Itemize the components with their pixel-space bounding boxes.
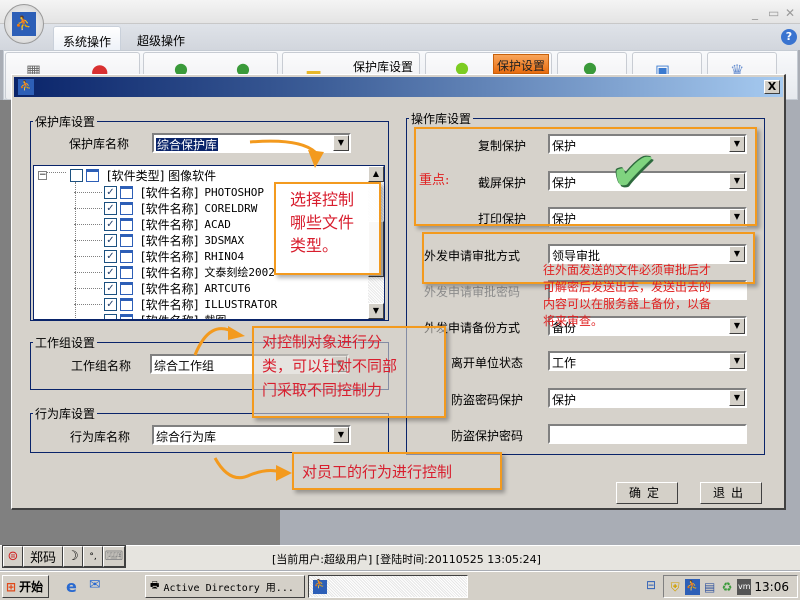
printer-icon: 🖶 [150,580,160,591]
start-label: 开始 [19,580,44,594]
start-button[interactable]: ⊞ 开始 [2,575,49,598]
runner-icon[interactable]: ⛹ [685,578,700,595]
clock: 13:06 [754,579,789,594]
arrow-to-behavior [213,457,281,480]
taskbar-task-protect-app[interactable]: ⛹ [308,575,468,598]
status-text: [当前用户:超级用户] [登陆时间:20110525 13:05:24] [272,553,541,566]
arrow-head [228,326,245,340]
arrow-to-types [249,139,317,154]
runner-icon: ⛹ [12,12,36,36]
system-tray: ⛨ ⛹ ▤ ♻ vm 13:06 [663,575,798,598]
security-shield-icon[interactable]: ⛨ [668,579,682,595]
taskbar-task-active-directory[interactable]: 🖶 Active Directory 用... [145,575,305,598]
ime-mode-button[interactable]: 郑码 [23,546,63,567]
network-icon[interactable]: ▤ [703,579,717,595]
taskbar: ⊞ 开始 e ✉ 🖶 Active Directory 用... ⛹ ⊟ ⛨ ⛹… [0,571,800,600]
app-logo[interactable]: ⛹ [4,4,44,44]
ie-icon[interactable]: e [66,577,77,596]
vmware-icon[interactable]: vm [737,578,752,595]
ime-toolbar: ⊜ 郑码 ☽ °, ⌨ [2,545,126,568]
ime-logo-icon[interactable]: ⊜ [3,546,23,567]
ime-tray-icon[interactable]: ⊟ [646,578,656,592]
halfwidth-icon[interactable]: ☽ [63,546,83,567]
task-label: Active Directory 用... [163,583,294,594]
runner-icon: ⛹ [313,579,327,594]
arrow-head [276,465,292,481]
hardware-icon[interactable]: ♻ [720,579,734,595]
keyboard-icon[interactable]: ⌨ [103,546,125,567]
punctuation-icon[interactable]: °, [83,546,103,567]
arrow-head [308,150,324,168]
annotation-arrows [193,139,324,481]
outlook-icon[interactable]: ✉ [89,577,101,593]
windows-logo-icon: ⊞ [6,579,17,594]
